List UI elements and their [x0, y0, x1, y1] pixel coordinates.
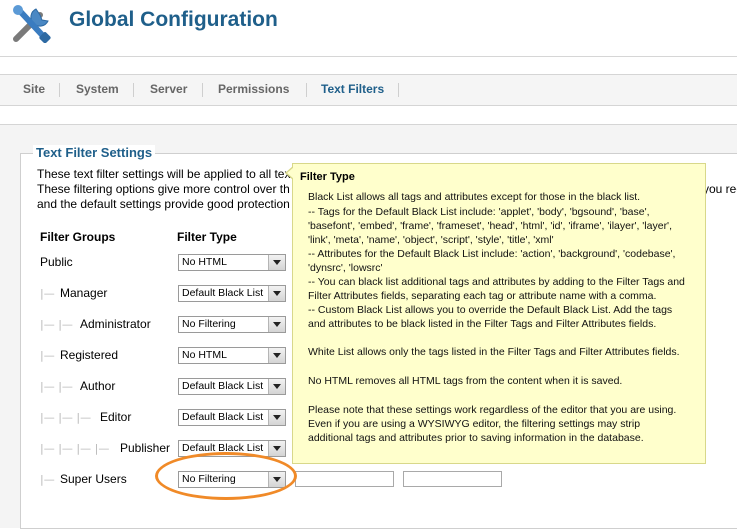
fieldset-legend: Text Filter Settings: [33, 145, 156, 160]
tooltip-line: Even if you are using a WYSIWYG editor, …: [308, 418, 641, 430]
group-label-manager: Manager: [60, 286, 108, 300]
group-label-public: Public: [40, 255, 73, 269]
chevron-down-icon: [268, 255, 285, 270]
chevron-down-icon: [268, 286, 285, 301]
tooltip-line: No HTML removes all HTML tags from the c…: [308, 375, 623, 387]
tooltip-line: 'dynsrc', 'lowsrc': [308, 262, 383, 274]
tab-divider: [306, 83, 307, 97]
highlight-ellipse: [155, 452, 297, 500]
description-line: These text filter settings will be appli…: [37, 167, 291, 181]
group-label-administrator: Administrator: [80, 317, 151, 331]
tooltip-title: Filter Type: [300, 171, 355, 183]
tree-connector: |—: [40, 349, 55, 362]
filter-type-select-administrator[interactable]: No Filtering: [178, 316, 286, 333]
tab-site[interactable]: Site: [23, 82, 45, 96]
tab-divider: [398, 83, 399, 97]
tree-connector: |— |—: [40, 380, 73, 393]
filter-type-select-registered[interactable]: No HTML: [178, 347, 286, 364]
tree-connector: |—: [40, 287, 55, 300]
tooltip-line: -- Custom Black List allows you to overr…: [308, 304, 673, 316]
filter-type-select-author[interactable]: Default Black List: [178, 378, 286, 395]
tree-connector: |—: [40, 473, 55, 486]
tooltip-line: -- Tags for the Default Black List inclu…: [308, 206, 650, 218]
tab-text-filters[interactable]: Text Filters: [321, 82, 384, 96]
group-label-author: Author: [80, 379, 116, 393]
filter-type-select-editor[interactable]: Default Black List: [178, 409, 286, 426]
tooltip-line: Black List allows all tags and attribute…: [308, 191, 641, 203]
group-label-super-users: Super Users: [60, 472, 127, 486]
chevron-down-icon: [268, 410, 285, 425]
tooltip-arrow-fill: [287, 167, 294, 179]
column-header-filter-groups: Filter Groups: [40, 230, 116, 244]
chevron-down-icon: [268, 317, 285, 332]
chevron-down-icon: [268, 379, 285, 394]
tab-divider: [133, 83, 134, 97]
tooltip-line: -- Attributes for the Default Black List…: [308, 248, 676, 260]
config-tools-icon: [13, 5, 51, 43]
group-label-editor: Editor: [100, 410, 132, 424]
tree-connector: |— |—: [40, 318, 73, 331]
chevron-down-icon: [268, 348, 285, 363]
tab-divider: [202, 83, 203, 97]
tree-connector: |— |— |—: [40, 411, 92, 424]
description-line: These filtering options give more contro…: [37, 182, 290, 196]
description-fragment: you rec: [703, 182, 737, 196]
filter-type-select-manager[interactable]: Default Black List: [178, 285, 286, 302]
tooltip-line: Please note that these settings work reg…: [308, 404, 677, 416]
tab-permissions[interactable]: Permissions: [218, 82, 289, 96]
tab-divider: [59, 83, 60, 97]
tooltip-line: Filter Attributes fields, separating eac…: [308, 290, 657, 302]
tooltip-line: -- You can black list additional tags an…: [308, 276, 685, 288]
tab-bar: Site System Server Permissions Text Filt…: [0, 74, 737, 106]
page-title: Global Configuration: [69, 8, 278, 31]
tab-system[interactable]: System: [76, 82, 119, 96]
tooltip-line: 'basefont', 'embed', 'frame', 'frameset'…: [308, 220, 672, 232]
filter-tags-input-super-users[interactable]: [295, 471, 394, 487]
description-line: and the default settings provide good pr…: [37, 197, 290, 211]
tree-connector: |— |— |— |—: [40, 442, 110, 455]
tooltip-line: 'link', 'meta', 'name', 'object', 'scrip…: [308, 234, 554, 246]
group-label-registered: Registered: [60, 348, 119, 362]
tooltip-line: White List allows only the tags listed i…: [308, 346, 680, 358]
filter-attributes-input-super-users[interactable]: [403, 471, 502, 487]
tooltip-line: and attributes to be black listed in the…: [308, 318, 657, 330]
column-header-filter-type: Filter Type: [177, 230, 237, 244]
group-label-publisher: Publisher: [120, 441, 171, 455]
filter-type-select-public[interactable]: No HTML: [178, 254, 286, 271]
tooltip-line: additional tags and attributes prior to …: [308, 432, 644, 444]
chevron-down-icon: [268, 441, 285, 456]
tab-server[interactable]: Server: [150, 82, 187, 96]
